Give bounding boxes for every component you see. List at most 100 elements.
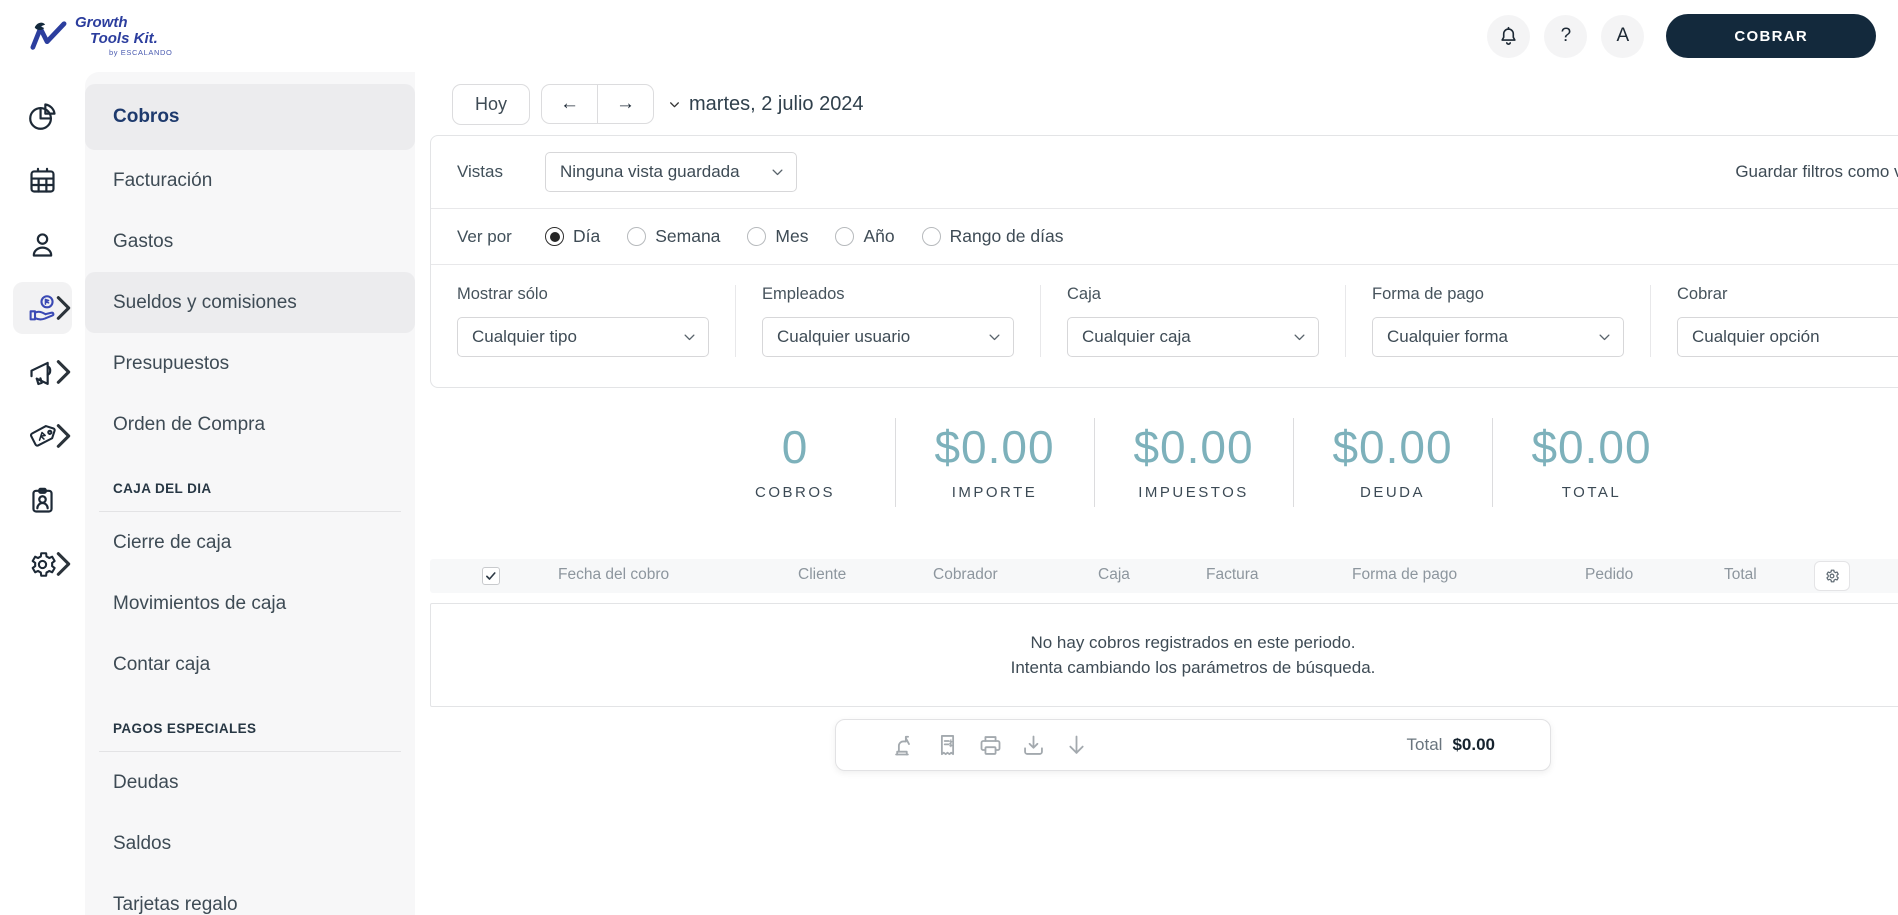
sidebar-item-sueldos[interactable]: Sueldos y comisiones [85,272,415,333]
filter-label: Empleados [762,285,845,303]
filter-mostrar-solo: Mostrar sólo Cualquier tipo [431,285,735,357]
sidebar-item-label: Gastos [113,230,174,252]
forma-pago-select[interactable]: Cualquier forma [1372,317,1624,357]
chevron-down-icon [987,330,1002,345]
sidebar-item-movimientos-caja[interactable]: Movimientos de caja [85,573,415,634]
sidebar-item-saldos[interactable]: Saldos [85,813,415,874]
sidebar-item-facturacion[interactable]: Facturación [85,150,415,211]
summary-stats: 0 COBROS $0.00 IMPORTE $0.00 IMPUESTOS $… [430,418,1898,507]
sidebar-item-presupuestos[interactable]: Presupuestos [85,333,415,394]
saved-views-value: Ninguna vista guardada [560,162,740,181]
chevron-down-icon [1597,330,1612,345]
filter-empleados: Empleados Cualquier usuario [735,285,1040,357]
empty-state: No hay cobros registrados en este period… [430,603,1898,707]
notifications-button[interactable] [1487,14,1531,58]
sidebar-item-deudas[interactable]: Deudas [85,752,415,813]
select-value: Cualquier caja [1082,327,1191,346]
topbar-actions: ? A COBRAR [1487,14,1876,58]
stat-value: $0.00 [1133,421,1254,473]
sidebar-item-contar-caja[interactable]: Contar caja [85,634,415,695]
download-tray-icon[interactable] [1020,732,1047,759]
printer-icon[interactable] [977,732,1004,759]
footer-total: Total $0.00 [1407,735,1495,755]
chevron-down-icon [682,330,697,345]
views-row: Vistas Ninguna vista guardada Guardar fi… [431,136,1898,208]
radio-rango-dias[interactable]: Rango de días [921,226,1064,247]
rail-item-sales[interactable] [0,276,85,340]
rail-item-customers[interactable] [0,212,85,276]
stat-cobros: 0 COBROS [696,418,895,507]
help-button[interactable]: ? [1544,14,1588,58]
bell-icon [1497,25,1520,48]
saved-views-select[interactable]: Ninguna vista guardada [545,152,797,192]
mostrar-solo-select[interactable]: Cualquier tipo [457,317,709,357]
sidebar-item-orden-compra[interactable]: Orden de Compra [85,394,415,455]
column-settings-button[interactable] [1814,561,1850,591]
sidebar-item-label: Deudas [113,771,179,793]
column-caja[interactable]: Caja [1098,566,1130,584]
arrow-down-icon[interactable] [1063,732,1090,759]
stat-deuda: $0.00 DEUDA [1292,418,1492,507]
column-fecha-del-cobro[interactable]: Fecha del cobro [558,566,669,584]
column-cobrador[interactable]: Cobrador [933,566,998,584]
radio-dia[interactable]: Día [545,226,600,247]
rail-item-settings[interactable] [0,532,85,596]
radio-mes[interactable]: Mes [747,226,808,247]
sidebar-item-label: Tarjetas regalo [113,893,238,915]
stat-label: IMPORTE [951,484,1038,501]
sidebar-section-pagos-especiales: PAGOS ESPECIALES [113,721,257,736]
chevron-down-icon [668,98,681,111]
column-pedido[interactable]: Pedido [1585,566,1633,584]
sidebar-item-cierre-caja[interactable]: Cierre de caja [85,512,415,573]
chevron-right-icon [48,421,79,452]
sidebar-item-tarjetas-regalo[interactable]: Tarjetas regalo [85,874,415,915]
filter-forma-pago: Forma de pago Cualquier forma [1345,285,1650,357]
filter-cobrar: Cobrar Cualquier opción [1650,285,1898,357]
chevron-right-icon [48,549,79,580]
radio-button-icon [921,227,941,246]
app-logo[interactable]: Growth Tools Kit. by ESCALANDO [26,13,173,57]
period-row: Ver por Día Semana Mes Año Rango de días [431,209,1898,264]
cash-register-icon[interactable] [891,732,918,759]
column-cliente[interactable]: Cliente [798,566,846,584]
rail-item-marketing[interactable] [0,340,85,404]
radio-button-icon [545,227,564,246]
date-picker[interactable]: martes, 2 julio 2024 [668,93,864,116]
receipt-dollar-icon[interactable] [934,732,961,759]
select-all-checkbox[interactable] [482,567,500,585]
next-day-button[interactable]: → [598,85,653,123]
rail-item-calendar[interactable] [0,148,85,212]
radio-ano[interactable]: Año [835,226,895,247]
prev-day-button[interactable]: ← [542,85,599,123]
radio-label: Día [573,226,601,246]
rail-item-reports[interactable] [0,84,85,148]
stat-value: 0 [781,421,809,473]
rail-item-pricing[interactable] [0,404,85,468]
radio-semana[interactable]: Semana [627,226,720,247]
logo-text: Growth Tools Kit. by ESCALANDO [75,13,173,57]
caja-select[interactable]: Cualquier caja [1067,317,1319,357]
check-icon [486,572,496,580]
column-forma-de-pago[interactable]: Forma de pago [1352,566,1457,584]
empleados-select[interactable]: Cualquier usuario [762,317,1014,357]
sidebar-item-gastos[interactable]: Gastos [85,211,415,272]
logo-bird-icon [26,18,70,54]
radio-label: Mes [775,226,809,246]
save-filters-as-view-link[interactable]: Guardar filtros como vista [1735,162,1898,182]
radio-button-icon [747,227,767,246]
sidebar-item-label: Presupuestos [113,352,230,374]
radio-label: Rango de días [949,226,1064,246]
column-total[interactable]: Total [1724,566,1757,584]
sidebar: Cobros Facturación Gastos Sueldos y comi… [85,72,415,915]
icon-rail [0,72,85,915]
ver-por-label: Ver por [457,226,512,246]
today-button[interactable]: Hoy [452,83,531,125]
footer-toolbar-icons [891,732,1090,759]
cobrar-button[interactable]: COBRAR [1666,14,1876,58]
chevron-right-icon [48,293,79,324]
rail-item-employees[interactable] [0,468,85,532]
avatar[interactable]: A [1601,14,1645,58]
column-factura[interactable]: Factura [1206,566,1259,584]
sidebar-item-cobros[interactable]: Cobros [85,84,415,150]
cobrar-select[interactable]: Cualquier opción [1677,317,1898,357]
